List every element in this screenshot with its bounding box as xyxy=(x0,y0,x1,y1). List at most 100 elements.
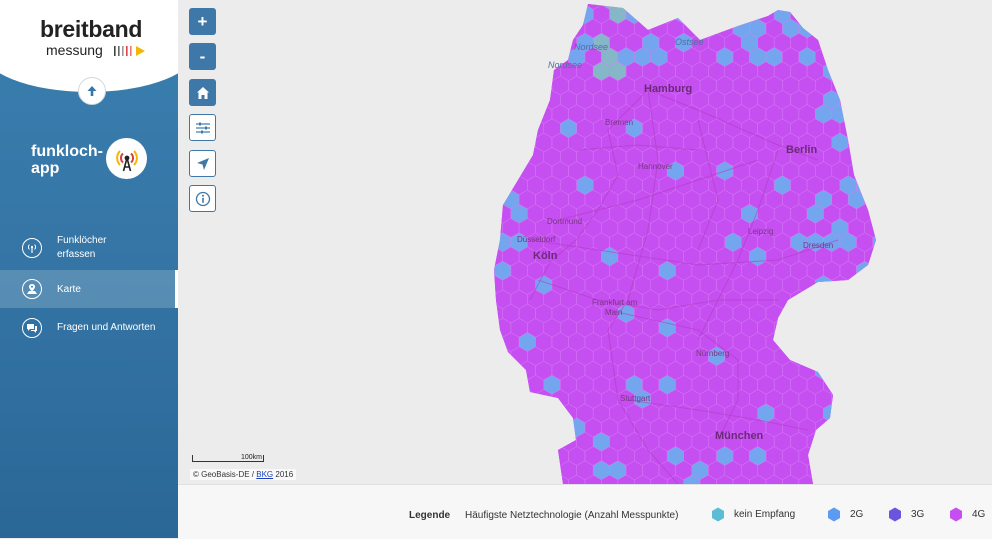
coverage-hexagon[interactable] xyxy=(823,460,841,481)
coverage-hexagon[interactable] xyxy=(815,446,833,466)
coverage-hexagon[interactable] xyxy=(478,232,495,253)
coverage-hexagon[interactable] xyxy=(470,0,486,10)
coverage-hexagon[interactable] xyxy=(486,18,503,39)
coverage-hexagon[interactable] xyxy=(872,4,890,25)
coverage-hexagon[interactable] xyxy=(478,318,495,338)
coverage-hexagon[interactable] xyxy=(502,104,520,124)
coverage-hexagon[interactable] xyxy=(494,90,512,110)
coverage-hexagon[interactable] xyxy=(518,132,536,153)
coverage-hexagon[interactable] xyxy=(881,0,898,10)
coverage-hexagon[interactable] xyxy=(831,360,849,381)
coverage-hexagon[interactable] xyxy=(478,375,495,395)
coverage-hexagon[interactable] xyxy=(642,4,660,25)
coverage-hexagon[interactable] xyxy=(831,18,849,39)
coverage-hexagon[interactable] xyxy=(486,360,503,381)
coverage-hexagon[interactable] xyxy=(502,132,520,153)
nav-fragen-und-antworten[interactable]: Fragen und Antworten xyxy=(0,316,178,340)
coverage-hexagon[interactable] xyxy=(881,390,898,409)
coverage-hexagon[interactable] xyxy=(518,18,536,39)
brand-logo[interactable]: breitband xyxy=(40,18,142,41)
coverage-hexagon[interactable] xyxy=(872,375,890,395)
coverage-hexagon[interactable] xyxy=(551,18,569,39)
coverage-hexagon[interactable] xyxy=(864,104,881,124)
coverage-hexagon[interactable] xyxy=(881,447,898,466)
coverage-hexagon[interactable] xyxy=(486,189,503,210)
coverage-hexagon[interactable] xyxy=(486,0,503,10)
coverage-hexagon[interactable] xyxy=(470,190,486,209)
coverage-hexagon[interactable] xyxy=(798,303,816,324)
coverage-hexagon[interactable] xyxy=(872,432,890,452)
coverage-hexagon[interactable] xyxy=(823,289,841,310)
coverage-hexagon[interactable] xyxy=(470,418,486,437)
coverage-hexagon[interactable] xyxy=(551,417,569,438)
coverage-hexagon[interactable] xyxy=(856,403,874,424)
coverage-hexagon[interactable] xyxy=(518,0,536,10)
coverage-hexagon[interactable] xyxy=(486,417,503,438)
coverage-hexagon[interactable] xyxy=(839,403,857,424)
coverage-hexagon[interactable] xyxy=(494,118,512,139)
coverage-hexagon[interactable] xyxy=(889,5,905,24)
coverage-hexagon[interactable] xyxy=(551,0,569,10)
coverage-hexagon[interactable] xyxy=(470,475,486,484)
coverage-hexagon[interactable] xyxy=(543,460,561,481)
coverage-hexagon[interactable] xyxy=(470,162,486,181)
coverage-hexagon[interactable] xyxy=(864,332,881,352)
coverage-hexagon[interactable] xyxy=(478,147,495,167)
coverage-hexagon[interactable] xyxy=(872,403,890,424)
coverage-hexagon[interactable] xyxy=(470,19,486,38)
coverage-hexagon[interactable] xyxy=(856,147,874,167)
coverage-hexagon[interactable] xyxy=(856,346,874,367)
coverage-hexagon[interactable] xyxy=(518,47,536,67)
coverage-hexagon[interactable] xyxy=(864,75,881,96)
coverage-hexagon[interactable] xyxy=(502,18,520,39)
coverage-hexagon[interactable] xyxy=(856,289,874,310)
coverage-hexagon[interactable] xyxy=(510,61,528,82)
coverage-hexagon[interactable] xyxy=(494,432,512,452)
coverage-hexagon[interactable] xyxy=(782,0,800,10)
coverage-hexagon[interactable] xyxy=(486,132,503,153)
coverage-hexagon[interactable] xyxy=(872,118,890,139)
coverage-hexagon[interactable] xyxy=(494,4,512,25)
coverage-hexagon[interactable] xyxy=(518,474,536,484)
coverage-hexagon[interactable] xyxy=(881,333,898,352)
coverage-hexagon[interactable] xyxy=(535,0,553,10)
coverage-hexagon[interactable] xyxy=(847,47,865,67)
coverage-hexagon[interactable] xyxy=(806,318,824,338)
coverage-hexagon[interactable] xyxy=(856,460,874,481)
coverage-hexagon[interactable] xyxy=(889,90,905,109)
bkg-link[interactable]: BKG xyxy=(256,470,273,479)
coverage-hexagon[interactable] xyxy=(478,4,495,25)
coverage-hexagon[interactable] xyxy=(527,432,545,452)
coverage-hexagon[interactable] xyxy=(518,104,536,124)
coverage-hexagon[interactable] xyxy=(478,204,495,224)
coverage-hexagon[interactable] xyxy=(847,332,865,352)
coverage-hexagon[interactable] xyxy=(535,446,553,466)
coverage-hexagon[interactable] xyxy=(502,161,520,181)
coverage-hexagon[interactable] xyxy=(872,261,890,281)
coverage-hexagon[interactable] xyxy=(502,417,520,438)
coverage-hexagon[interactable] xyxy=(864,189,881,210)
coverage-hexagon[interactable] xyxy=(486,47,503,67)
coverage-hexagon[interactable] xyxy=(527,460,545,481)
coverage-hexagon[interactable] xyxy=(535,474,553,484)
coverage-hexagon[interactable] xyxy=(889,62,905,81)
coverage-hexagon[interactable] xyxy=(881,190,898,209)
coverage-hexagon[interactable] xyxy=(634,0,652,10)
coverage-hexagon[interactable] xyxy=(889,375,905,394)
coverage-hexagon[interactable] xyxy=(494,375,512,395)
coverage-hexagon[interactable] xyxy=(486,446,503,466)
coverage-hexagon[interactable] xyxy=(864,303,881,324)
coverage-hexagon[interactable] xyxy=(839,4,857,25)
coverage-hexagon[interactable] xyxy=(510,33,528,53)
coverage-hexagon[interactable] xyxy=(510,375,528,395)
legend-item-2g[interactable]: 2G xyxy=(827,507,863,522)
coverage-hexagon[interactable] xyxy=(765,0,783,10)
coverage-hexagon[interactable] xyxy=(470,247,486,266)
legend-item-4g[interactable]: 4G xyxy=(949,507,985,522)
coverage-hexagon[interactable] xyxy=(691,4,709,25)
coverage-hexagon[interactable] xyxy=(889,176,905,195)
legend-item-kein-empfang[interactable]: kein Empfang xyxy=(711,507,795,522)
coverage-hexagon[interactable] xyxy=(839,33,857,53)
coverage-hexagon[interactable] xyxy=(798,332,816,352)
coverage-hexagon[interactable] xyxy=(510,403,528,424)
